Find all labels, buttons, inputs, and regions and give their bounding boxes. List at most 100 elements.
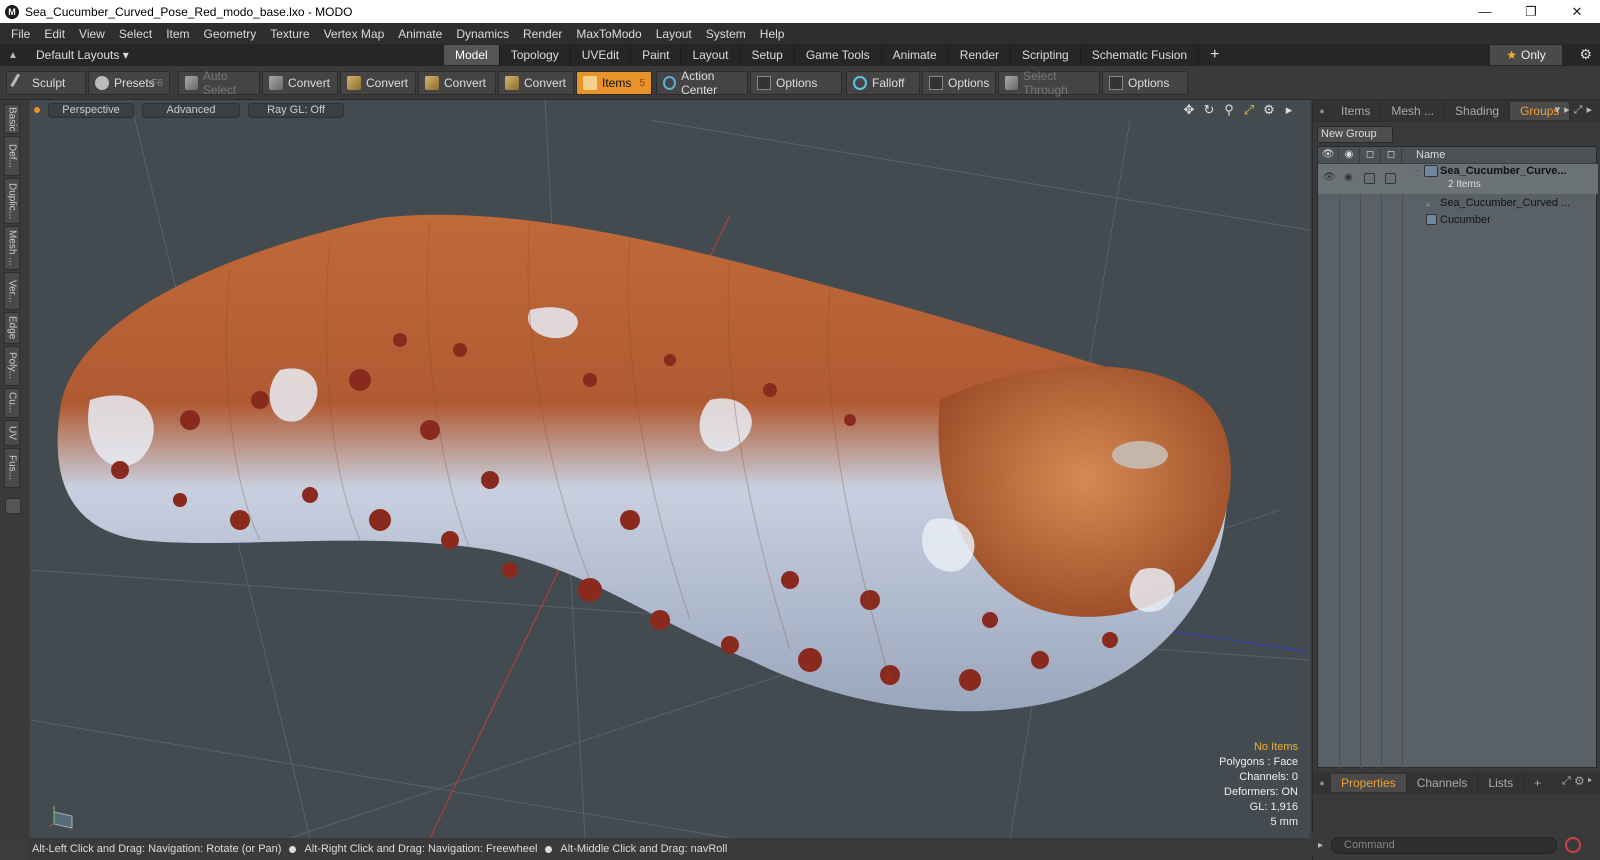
options-select-through-button[interactable]: Options <box>1102 71 1188 95</box>
pan-icon[interactable]: ✥ <box>1182 102 1196 118</box>
tab-animate[interactable]: Animate <box>882 45 949 65</box>
menu-render[interactable]: Render <box>516 27 569 41</box>
tab-paint[interactable]: Paint <box>631 45 682 65</box>
minimize-icon[interactable]: — <box>1462 0 1508 23</box>
raygl-button[interactable]: Ray GL: Off <box>248 102 344 118</box>
tab-mesh[interactable]: Mesh ... <box>4 226 20 270</box>
fit-icon[interactable]: ⤢ <box>1242 102 1256 118</box>
tab-edge[interactable]: Edge <box>4 312 20 344</box>
tab-game-tools[interactable]: Game Tools <box>795 45 882 65</box>
tab-model[interactable]: Model <box>444 45 500 65</box>
menu-dynamics[interactable]: Dynamics <box>449 27 516 41</box>
tab-polygon[interactable]: Poly... <box>4 346 20 386</box>
lock-checkbox[interactable] <box>1364 173 1375 184</box>
tab-items[interactable]: Items <box>1331 102 1382 120</box>
tab-fusion[interactable]: Fus... <box>4 448 20 488</box>
close-icon[interactable]: ✕ <box>1554 0 1600 23</box>
tab-schematic-fusion[interactable]: Schematic Fusion <box>1081 45 1200 65</box>
items-mode-button[interactable]: Items 5 <box>576 71 652 95</box>
default-layouts-dropdown[interactable]: Default Layouts ▾ <box>36 48 436 62</box>
viewport-menu-dot[interactable] <box>34 107 40 113</box>
command-input[interactable]: Command <box>1331 836 1558 854</box>
name-column-header[interactable]: Name <box>1402 147 1445 163</box>
add-panel-tab-button[interactable]: + <box>1524 774 1551 792</box>
visibility-column-eye-icon[interactable]: 👁 <box>1318 147 1339 163</box>
convert-polygons-button[interactable]: Convert <box>418 71 496 95</box>
panel-menu-dot[interactable]: ● <box>1313 106 1331 116</box>
convert-edges-button[interactable]: Convert <box>340 71 416 95</box>
3d-viewport[interactable]: Perspective Advanced Ray GL: Off ✥ ↻ ⚲ ⤢… <box>30 100 1310 838</box>
menu-edit[interactable]: Edit <box>37 27 72 41</box>
tab-curve[interactable]: Cu... <box>4 388 20 418</box>
presets-button[interactable]: Presets F6 <box>88 71 170 95</box>
zoom-icon[interactable]: ⚲ <box>1222 102 1236 118</box>
group-row-material[interactable]: Cucumber <box>1318 212 1598 229</box>
group-row-sea-cucumber[interactable]: 👁 ◉ − Sea_Cucumber_Curve... 2 Items <box>1318 164 1598 194</box>
render-toggle-icon[interactable]: ◉ <box>1344 172 1353 183</box>
tab-deform[interactable]: Def... <box>4 136 20 176</box>
tab-channels[interactable]: Channels <box>1407 774 1479 792</box>
shading-mode-button[interactable]: Advanced <box>142 102 240 118</box>
channels-stat: Channels: 0 <box>1239 771 1298 783</box>
render-column-icon[interactable]: ◉ <box>1339 147 1360 163</box>
tab-shading[interactable]: Shading <box>1445 102 1511 120</box>
panel-menu-dot[interactable]: ● <box>1313 778 1331 788</box>
tab-basic[interactable]: Basic <box>4 104 20 134</box>
collapse-arrow-icon[interactable]: ▲ <box>0 50 26 61</box>
menu-system[interactable]: System <box>699 27 753 41</box>
menu-select[interactable]: Select <box>112 27 159 41</box>
expand-tabs-button[interactable] <box>5 498 21 514</box>
rotate-icon[interactable]: ↻ <box>1202 102 1216 118</box>
tab-lists[interactable]: Lists <box>1478 774 1525 792</box>
tab-uv[interactable]: UV <box>4 420 20 446</box>
options-falloff-button[interactable]: Options <box>922 71 996 95</box>
tab-topology[interactable]: Topology <box>500 45 571 65</box>
gear-icon[interactable]: ⚙ <box>1579 46 1592 63</box>
select-column-icon[interactable]: ◻ <box>1381 147 1402 163</box>
menu-view[interactable]: View <box>72 27 112 41</box>
tab-setup[interactable]: Setup <box>740 45 795 65</box>
only-button[interactable]: ★ Only <box>1490 45 1562 65</box>
tab-duplicate[interactable]: Duplic... <box>4 178 20 224</box>
menu-help[interactable]: Help <box>753 27 792 41</box>
action-center-button[interactable]: Action Center <box>656 69 748 97</box>
panel-controls-icons[interactable]: ▾▸⤢▸ <box>1555 103 1596 117</box>
tab-scripting[interactable]: Scripting <box>1011 45 1081 65</box>
new-group-button[interactable]: New Group <box>1317 126 1393 143</box>
select-checkbox[interactable] <box>1385 173 1396 184</box>
tab-uvedit[interactable]: UVEdit <box>571 45 632 65</box>
auto-select-button[interactable]: Auto Select <box>178 69 260 97</box>
tab-render[interactable]: Render <box>949 45 1012 65</box>
menu-maxtomodo[interactable]: MaxToModo <box>569 27 648 41</box>
group-row-mesh-item[interactable]: ⌞ Sea_Cucumber_Curved ... <box>1318 195 1598 212</box>
menu-item[interactable]: Item <box>159 27 196 41</box>
menu-vertex-map[interactable]: Vertex Map <box>317 27 392 41</box>
tab-vertex[interactable]: Ver... <box>4 272 20 310</box>
polygons-icon <box>425 76 439 90</box>
falloff-button[interactable]: Falloff <box>846 71 920 95</box>
lock-column-icon[interactable]: ◻ <box>1360 147 1381 163</box>
options-action-center-button[interactable]: Options <box>750 71 842 95</box>
tab-mesh[interactable]: Mesh ... <box>1381 102 1446 120</box>
menu-geometry[interactable]: Geometry <box>197 27 264 41</box>
add-tab-button[interactable]: + <box>1199 45 1230 65</box>
view-mode-button[interactable]: Perspective <box>48 102 134 118</box>
expand-arrow-icon[interactable]: ▸ <box>1282 102 1296 118</box>
menu-animate[interactable]: Animate <box>391 27 449 41</box>
restore-icon[interactable]: ❐ <box>1508 0 1554 23</box>
visibility-eye-icon[interactable]: 👁 <box>1323 172 1336 183</box>
collapse-minus-icon[interactable]: − <box>1414 166 1420 177</box>
record-macro-icon[interactable] <box>1565 837 1582 853</box>
menu-file[interactable]: File <box>4 27 37 41</box>
convert-vertices-button[interactable]: Convert <box>262 71 338 95</box>
menu-texture[interactable]: Texture <box>263 27 316 41</box>
select-through-button[interactable]: Select Through <box>998 69 1100 97</box>
viewport-settings-icon[interactable]: ⚙ <box>1262 102 1276 118</box>
convert-materials-button[interactable]: Convert <box>498 71 574 95</box>
panel-controls-icons[interactable]: ⤢⚙▸ <box>1562 775 1596 788</box>
tab-layout[interactable]: Layout <box>681 45 741 65</box>
tab-properties[interactable]: Properties <box>1331 774 1407 792</box>
command-history-arrow-icon[interactable]: ▸ <box>1318 840 1323 851</box>
menu-layout[interactable]: Layout <box>649 27 699 41</box>
sculpt-button[interactable]: Sculpt <box>6 71 86 95</box>
